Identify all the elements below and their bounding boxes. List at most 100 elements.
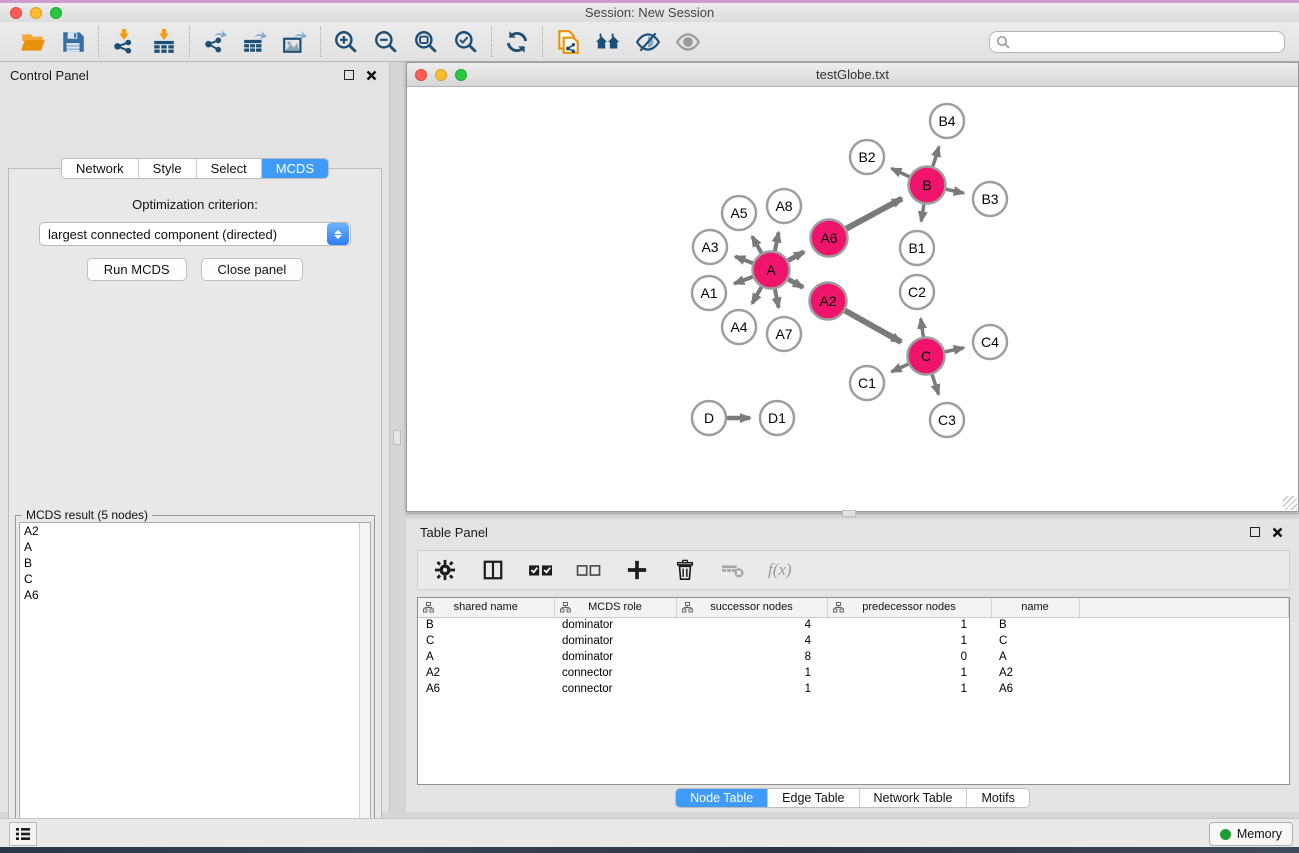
node-B[interactable]: B: [909, 167, 946, 204]
node-B1[interactable]: B1: [900, 231, 934, 265]
edge-A-A8[interactable]: [774, 232, 778, 252]
run-mcds-button[interactable]: Run MCDS: [87, 258, 187, 281]
tab-edge-table[interactable]: Edge Table: [768, 789, 859, 807]
open-session-icon[interactable]: [20, 29, 46, 55]
node-A3[interactable]: A3: [693, 230, 727, 264]
table-cell[interactable]: connector: [554, 681, 676, 697]
edge-C-C3[interactable]: [931, 373, 938, 395]
edge-A-A1[interactable]: [734, 276, 754, 284]
table-row[interactable]: A6connector11A6: [418, 681, 1289, 697]
table-cell[interactable]: C: [991, 633, 1079, 649]
edge-C-C2[interactable]: [921, 319, 924, 339]
tab-network[interactable]: Network: [62, 159, 139, 178]
table-cell[interactable]: 1: [827, 617, 991, 633]
table-cell[interactable]: 1: [827, 633, 991, 649]
edge-C-C1[interactable]: [892, 363, 911, 371]
zoom-out-icon[interactable]: [373, 29, 399, 55]
column-header-predecessor-nodes[interactable]: predecessor nodes: [827, 598, 991, 617]
edge-A-A2[interactable]: [786, 278, 803, 287]
table-cell[interactable]: 4: [676, 617, 827, 633]
table-cell[interactable]: B: [418, 617, 554, 633]
zoom-selected-icon[interactable]: [453, 29, 479, 55]
import-table-icon[interactable]: [151, 29, 177, 55]
mcds-result-item[interactable]: A2: [20, 523, 370, 539]
mcds-result-item[interactable]: B: [20, 555, 370, 571]
import-network-icon[interactable]: [111, 29, 137, 55]
edge-C-C4[interactable]: [943, 348, 964, 352]
node-A[interactable]: A: [753, 252, 790, 289]
node-C2[interactable]: C2: [900, 275, 934, 309]
column-header-name[interactable]: name: [991, 598, 1079, 617]
edge-B-B3[interactable]: [944, 189, 964, 193]
node-A5[interactable]: A5: [722, 196, 756, 230]
add-column-icon[interactable]: [624, 557, 650, 583]
table-row[interactable]: Adominator80A: [418, 649, 1289, 665]
column-header-MCDS-role[interactable]: MCDS role: [554, 598, 676, 617]
table-cell[interactable]: A2: [991, 665, 1079, 681]
table-cell[interactable]: 1: [827, 665, 991, 681]
function-builder-icon[interactable]: f(x): [768, 560, 792, 580]
delete-table-icon[interactable]: [720, 557, 746, 583]
table-cell[interactable]: dominator: [554, 617, 676, 633]
edge-A-A3[interactable]: [735, 257, 754, 264]
column-header-successor-nodes[interactable]: successor nodes: [676, 598, 827, 617]
node-A2[interactable]: A2: [810, 283, 847, 320]
mcds-result-item[interactable]: A: [20, 539, 370, 555]
close-table-panel-icon[interactable]: [1269, 524, 1285, 540]
network-canvas[interactable]: B4B2BB3A8A5A6A3B1AC2A1A2A4A7C4CC1C3DD1: [407, 87, 1298, 511]
node-A7[interactable]: A7: [767, 317, 801, 351]
table-cell[interactable]: connector: [554, 665, 676, 681]
mcds-result-item[interactable]: A6: [20, 587, 370, 603]
float-panel-icon[interactable]: [341, 67, 357, 83]
table-cell[interactable]: A6: [418, 681, 554, 697]
window-resize-grip[interactable]: [1283, 496, 1297, 510]
node-D[interactable]: D: [692, 401, 726, 435]
export-network-icon[interactable]: [202, 29, 228, 55]
table-cell[interactable]: A2: [418, 665, 554, 681]
table-cell[interactable]: 1: [676, 681, 827, 697]
edge-B-B4[interactable]: [932, 147, 939, 169]
node-D1[interactable]: D1: [760, 401, 794, 435]
save-session-icon[interactable]: [60, 29, 86, 55]
export-image-icon[interactable]: [282, 29, 308, 55]
column-header-shared-name[interactable]: shared name: [418, 598, 554, 617]
table-row[interactable]: Bdominator41B: [418, 617, 1289, 633]
tab-select[interactable]: Select: [197, 159, 262, 178]
table-row[interactable]: Cdominator41C: [418, 633, 1289, 649]
refresh-icon[interactable]: [504, 29, 530, 55]
delete-icon[interactable]: [672, 557, 698, 583]
horizontal-splitter-grip[interactable]: [842, 510, 856, 517]
edge-B-B2[interactable]: [891, 168, 911, 177]
node-A4[interactable]: A4: [722, 310, 756, 344]
criterion-select[interactable]: largest connected component (directed): [39, 222, 351, 246]
table-cell[interactable]: A6: [991, 681, 1079, 697]
edge-A-A5[interactable]: [752, 237, 762, 255]
edge-A6-B[interactable]: [844, 199, 902, 230]
tab-node-table[interactable]: Node Table: [676, 789, 768, 807]
deselect-all-icon[interactable]: [576, 557, 602, 583]
mcds-result-list[interactable]: A2ABCA6: [19, 522, 371, 853]
float-table-panel-icon[interactable]: [1247, 524, 1263, 540]
edge-B-B1[interactable]: [921, 202, 924, 221]
edge-A2-C[interactable]: [843, 310, 901, 342]
edge-A-A6[interactable]: [786, 252, 804, 262]
node-A6[interactable]: A6: [811, 220, 848, 257]
table-cell[interactable]: B: [991, 617, 1079, 633]
task-history-icon[interactable]: [9, 822, 37, 846]
table-cell[interactable]: dominator: [554, 649, 676, 665]
node-A8[interactable]: A8: [767, 189, 801, 223]
edge-A-A4[interactable]: [752, 285, 762, 303]
table-cell[interactable]: C: [418, 633, 554, 649]
edge-A-A7[interactable]: [774, 287, 778, 307]
export-table-icon[interactable]: [242, 29, 268, 55]
table-cell[interactable]: 4: [676, 633, 827, 649]
table-cell[interactable]: 8: [676, 649, 827, 665]
tab-motifs[interactable]: Motifs: [967, 789, 1028, 807]
node-C3[interactable]: C3: [930, 403, 964, 437]
node-B2[interactable]: B2: [850, 140, 884, 174]
vertical-splitter-grip[interactable]: [393, 430, 401, 445]
birds-eye-view-icon[interactable]: [675, 29, 701, 55]
duplicate-network-icon[interactable]: [555, 29, 581, 55]
node-A1[interactable]: A1: [692, 276, 726, 310]
search-input[interactable]: [989, 31, 1285, 53]
